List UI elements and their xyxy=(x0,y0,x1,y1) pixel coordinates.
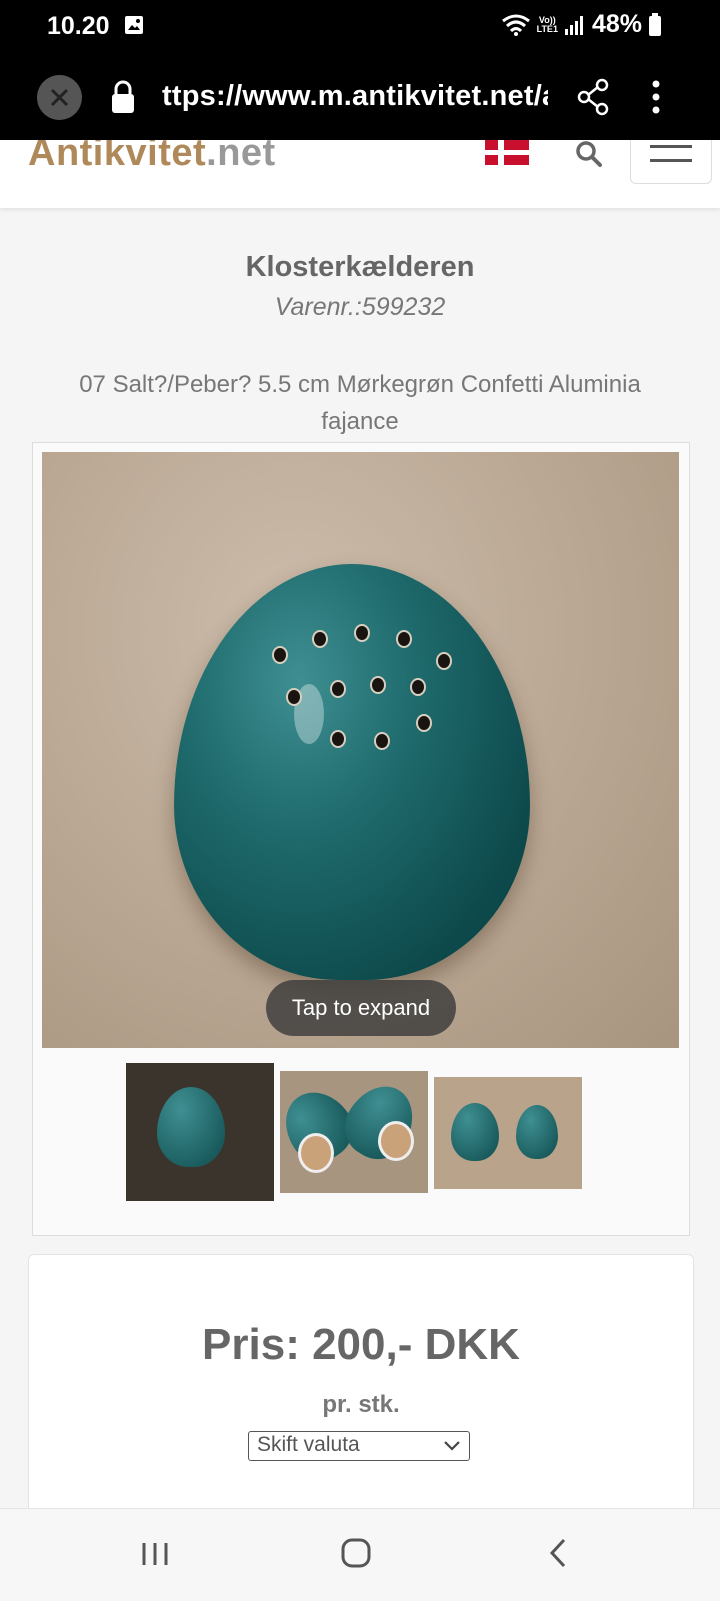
shaker-hole xyxy=(374,732,390,750)
thumbnail-1[interactable] xyxy=(126,1063,274,1201)
price-card: Pris: 200,- DKK pr. stk. Skift valuta xyxy=(28,1254,694,1516)
recents-icon[interactable] xyxy=(140,1539,170,1569)
product-gallery: Tap to expand xyxy=(32,442,690,1236)
shaker-hole xyxy=(396,630,412,648)
menu-bar xyxy=(650,145,692,148)
thumbnail-egg xyxy=(451,1103,499,1161)
thumbnail-egg xyxy=(516,1105,558,1159)
shaker-hole xyxy=(416,714,432,732)
image-notification-icon xyxy=(125,16,143,34)
site-header: Antikvitet.net xyxy=(0,140,720,208)
thumbnail-egg xyxy=(333,1073,427,1171)
shaker-hole xyxy=(370,676,386,694)
wifi-icon xyxy=(501,14,530,36)
currency-select[interactable]: Skift valuta xyxy=(248,1431,470,1461)
url-field[interactable]: ttps://www.m.antikvitet.net/a xyxy=(162,80,548,113)
thumbnail-3[interactable] xyxy=(434,1077,582,1189)
item-number: Varenr.:599232 xyxy=(274,293,446,321)
thumbnail-egg xyxy=(157,1087,225,1167)
home-icon[interactable] xyxy=(340,1537,372,1569)
search-icon[interactable] xyxy=(575,140,603,168)
logo-main: Antikvitet xyxy=(28,140,207,174)
shaker-hole xyxy=(354,624,370,642)
lock-icon[interactable] xyxy=(110,79,136,115)
chevron-down-icon xyxy=(444,1441,460,1451)
thumbnail-cork xyxy=(378,1121,414,1161)
battery-icon xyxy=(649,12,661,36)
price: Pris: 200,- DKK xyxy=(202,1320,520,1369)
lte-label: LTE1 xyxy=(536,23,558,34)
system-navigation-bar xyxy=(0,1508,720,1601)
shaker-hole xyxy=(436,652,452,670)
denmark-flag-icon[interactable] xyxy=(485,140,529,165)
main-product-image[interactable]: Tap to expand xyxy=(42,452,679,1048)
menu-bar xyxy=(650,159,692,162)
shaker-hole xyxy=(410,678,426,696)
battery-percentage: 48% xyxy=(591,10,642,38)
shaker-hole xyxy=(272,646,288,664)
logo-suffix: .net xyxy=(206,140,276,174)
shaker-hole xyxy=(312,630,328,648)
product-title: 07 Salt?/Peber? 5.5 cm Mørkegrøn Confett… xyxy=(79,371,641,435)
status-bar: 10.20 Vo)) LTE1 48% xyxy=(0,0,720,52)
site-logo[interactable]: Antikvitet.net xyxy=(28,140,276,175)
shaker-hole xyxy=(330,680,346,698)
thumbnail-cork xyxy=(298,1133,334,1173)
seller-name[interactable]: Klosterkælderen xyxy=(0,251,720,284)
more-options-icon[interactable] xyxy=(648,78,664,116)
close-icon xyxy=(50,88,69,107)
thumbnail-2[interactable] xyxy=(280,1071,428,1193)
signal-icon xyxy=(564,15,583,35)
shaker-hole xyxy=(330,730,346,748)
shaker-hole xyxy=(286,688,302,706)
back-icon[interactable] xyxy=(548,1537,568,1569)
volte-indicator: Vo)) LTE1 xyxy=(536,15,558,34)
browser-url-bar: ttps://www.m.antikvitet.net/a xyxy=(0,52,720,140)
price-unit: pr. stk. xyxy=(322,1391,400,1418)
status-time: 10.20 xyxy=(47,12,110,40)
tap-to-expand-button[interactable]: Tap to expand xyxy=(266,980,456,1036)
hamburger-menu-button[interactable] xyxy=(630,140,712,184)
salt-shaker-egg xyxy=(174,564,530,980)
currency-select-value: Skift valuta xyxy=(257,1433,360,1456)
close-tab-button[interactable] xyxy=(37,75,82,120)
share-icon[interactable] xyxy=(576,78,610,116)
status-icons: Vo)) LTE1 48% xyxy=(501,10,662,39)
